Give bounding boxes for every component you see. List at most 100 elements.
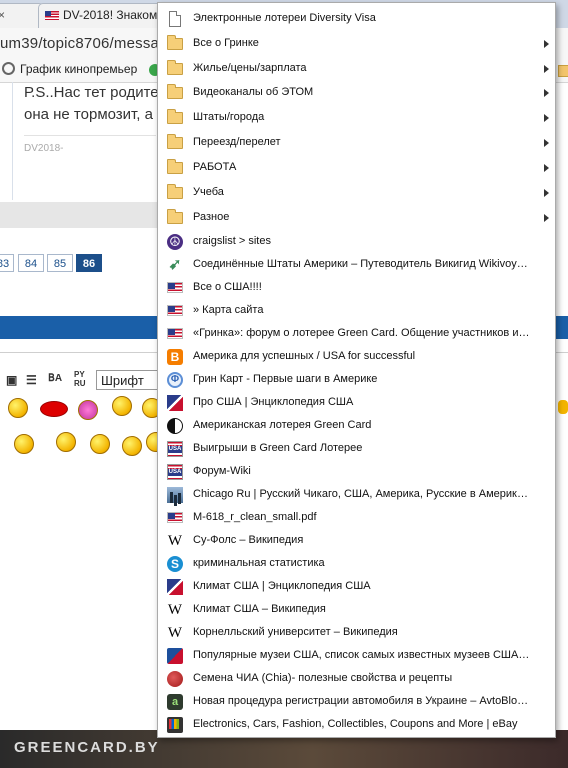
page-link[interactable]: 83 bbox=[0, 254, 14, 272]
menu-folder[interactable]: Штаты/города bbox=[158, 106, 555, 129]
usa-flag-icon bbox=[167, 441, 183, 457]
page-link[interactable]: 85 bbox=[47, 254, 73, 272]
wikipedia-icon: W bbox=[167, 602, 183, 618]
menu-item[interactable]: Популярные музеи США, список самых извес… bbox=[158, 644, 555, 667]
font-select[interactable]: Шрифт bbox=[96, 370, 158, 390]
menu-item[interactable]: Chicago Ru | Русский Чикаго, США, Америк… bbox=[158, 483, 555, 506]
menu-item[interactable]: Электронные лотереи Diversity Visa bbox=[158, 7, 555, 30]
menu-folder[interactable]: Учеба bbox=[158, 181, 555, 204]
menu-folder[interactable]: Видеоканалы об ЭТОМ bbox=[158, 81, 555, 104]
us-flag-icon bbox=[167, 328, 183, 339]
page-link[interactable]: 84 bbox=[18, 254, 44, 272]
menu-item[interactable]: M-618_r_clean_small.pdf bbox=[158, 506, 555, 529]
menu-item-label: Форум-Wiki bbox=[193, 465, 251, 477]
menu-item-label: Семена ЧИА (Chia)- полезные свойства и р… bbox=[193, 672, 453, 684]
menu-item-label: РАБОТА bbox=[193, 161, 237, 173]
menu-item-label: Климат США – Википедия bbox=[193, 603, 326, 615]
page-link-current[interactable]: 86 bbox=[76, 254, 102, 272]
menu-item[interactable]: Sкриминальная статистика bbox=[158, 552, 555, 575]
menu-item[interactable]: Про США | Энциклопедия США bbox=[158, 391, 555, 414]
post-text-line: она не тормозит, а н bbox=[24, 106, 166, 123]
smiley-icon[interactable] bbox=[14, 434, 34, 454]
menu-item[interactable]: ☮ craigslist > sites bbox=[158, 230, 555, 253]
wikipedia-icon: W bbox=[167, 533, 183, 549]
tab-active[interactable]: DV-2018! Знакоми bbox=[38, 3, 162, 28]
smiley-icon[interactable] bbox=[8, 398, 28, 418]
menu-item[interactable]: «Гринка»: форум о лотерее Green Card. Об… bbox=[158, 322, 555, 345]
menu-item[interactable]: Все о США!!!! bbox=[158, 276, 555, 299]
folder-icon[interactable] bbox=[558, 65, 568, 77]
tab-title: DV-2018! Знакоми bbox=[63, 8, 162, 22]
film-icon bbox=[2, 62, 15, 75]
menu-item-label: Су-Фолс – Википедия bbox=[193, 534, 304, 546]
submenu-arrow-icon bbox=[544, 139, 549, 147]
menu-item-label: Жилье/цены/зарплата bbox=[193, 62, 307, 74]
url-text[interactable]: um39/topic8706/messa bbox=[0, 35, 159, 52]
menu-folder[interactable]: Все о Гринке bbox=[158, 32, 555, 55]
usa-flag-icon bbox=[167, 464, 183, 480]
folder-icon bbox=[167, 209, 183, 224]
menu-item[interactable]: W Корнелльский университет – Википедия bbox=[158, 621, 555, 644]
menu-item-label: «Гринка»: форум о лотерее Green Card. Об… bbox=[193, 327, 530, 339]
chicago-icon bbox=[167, 487, 183, 503]
smiley-icon[interactable] bbox=[122, 436, 142, 456]
bookmarks-menu: Электронные лотереи Diversity Visa Все о… bbox=[157, 2, 556, 738]
divider bbox=[24, 135, 156, 136]
chia-icon bbox=[167, 671, 183, 687]
menu-item[interactable]: a Новая процедура регистрации автомобиля … bbox=[158, 690, 555, 713]
menu-folder[interactable]: РАБОТА bbox=[158, 156, 555, 179]
menu-item-label: Учеба bbox=[193, 186, 224, 198]
post-signature: DV2018- bbox=[24, 143, 64, 154]
font-size-icon[interactable]: ꓐA bbox=[48, 373, 62, 384]
blogger-icon: B bbox=[167, 349, 183, 365]
avtoblog-icon: a bbox=[167, 694, 183, 710]
smiley-icon[interactable] bbox=[112, 396, 132, 416]
bookmark-item[interactable]: График кинопремьер bbox=[2, 62, 137, 76]
menu-item[interactable]: » Карта сайта bbox=[158, 299, 555, 322]
menu-item[interactable]: Форум-Wiki bbox=[158, 460, 555, 483]
submenu-arrow-icon bbox=[544, 65, 549, 73]
menu-item[interactable]: Выигрыши в Green Card Лотерее bbox=[158, 437, 555, 460]
menu-folder[interactable]: Переезд/перелет bbox=[158, 131, 555, 154]
menu-folder[interactable]: Разное bbox=[158, 206, 555, 229]
menu-folder[interactable]: Жилье/цены/зарплата bbox=[158, 57, 555, 80]
folder-icon bbox=[167, 134, 183, 149]
close-icon[interactable]: × bbox=[0, 4, 5, 26]
menu-item-label: craigslist > sites bbox=[193, 235, 271, 247]
page-icon bbox=[169, 11, 181, 27]
menu-item-label: Electronics, Cars, Fashion, Collectibles… bbox=[193, 718, 518, 730]
kiss-icon[interactable] bbox=[40, 401, 68, 417]
us-flag-icon bbox=[45, 11, 59, 20]
yin-yang-icon bbox=[167, 418, 183, 434]
menu-item[interactable]: Климат США | Энциклопедия США bbox=[158, 575, 555, 598]
menu-item-label: криминальная статистика bbox=[193, 557, 325, 569]
menu-item-label: Электронные лотереи Diversity Visa bbox=[193, 12, 376, 24]
menu-item-label: Штаты/города bbox=[193, 111, 265, 123]
menu-item[interactable]: W Су-Фолс – Википедия bbox=[158, 529, 555, 552]
smiley-icon[interactable] bbox=[558, 400, 568, 414]
menu-item-label: Выигрыши в Green Card Лотерее bbox=[193, 442, 363, 454]
menu-item-label: Грин Карт - Первые шаги в Америке bbox=[193, 373, 378, 385]
menu-item[interactable]: Американская лотерея Green Card bbox=[158, 414, 555, 437]
menu-item[interactable]: Φ Грин Карт - Первые шаги в Америке bbox=[158, 368, 555, 391]
list-icon[interactable]: ☰ bbox=[26, 373, 37, 387]
smiley-icon[interactable] bbox=[56, 432, 76, 452]
menu-item-label: » Карта сайта bbox=[193, 304, 264, 316]
folder-icon bbox=[167, 35, 183, 50]
post-text: Р.S..Нас тет родитель она не тормозит, а… bbox=[24, 82, 175, 126]
smiley-icon[interactable] bbox=[78, 400, 98, 420]
post-footer-band bbox=[0, 202, 158, 228]
submenu-arrow-icon bbox=[544, 114, 549, 122]
translit-icon[interactable]: PY RU bbox=[74, 370, 86, 388]
table-icon[interactable]: ▣ bbox=[6, 373, 17, 387]
wikipedia-icon: W bbox=[167, 625, 183, 641]
menu-item[interactable]: W Климат США – Википедия bbox=[158, 598, 555, 621]
menu-item[interactable]: ➹ Соединённые Штаты Америки – Путеводител… bbox=[158, 253, 555, 276]
menu-item[interactable]: Electronics, Cars, Fashion, Collectibles… bbox=[158, 713, 555, 736]
menu-item[interactable]: Семена ЧИА (Chia)- полезные свойства и р… bbox=[158, 667, 555, 690]
smiley-icon[interactable] bbox=[90, 434, 110, 454]
folder-icon bbox=[167, 184, 183, 199]
folder-icon bbox=[167, 60, 183, 75]
folder-icon bbox=[167, 109, 183, 124]
menu-item[interactable]: B Америка для успешных / USA for successf… bbox=[158, 345, 555, 368]
